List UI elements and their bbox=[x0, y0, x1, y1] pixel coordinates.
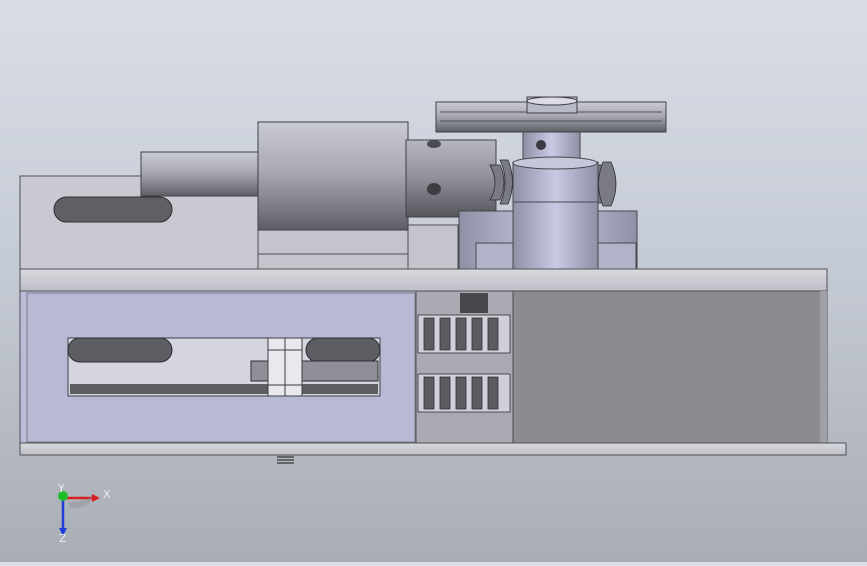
ram-shaft[interactable] bbox=[140, 151, 260, 197]
front-shaft[interactable] bbox=[405, 139, 497, 218]
right-housing[interactable] bbox=[512, 290, 828, 444]
pulley[interactable] bbox=[435, 96, 667, 133]
cylinder-support bbox=[257, 224, 459, 272]
assembly-model[interactable] bbox=[0, 0, 867, 562]
y-axis-label: Y bbox=[57, 484, 65, 495]
left-slot bbox=[53, 196, 173, 223]
base-plate[interactable] bbox=[19, 268, 828, 292]
z-axis-label: Z bbox=[59, 532, 67, 544]
main-cylinder[interactable] bbox=[257, 121, 409, 231]
bottom-plate[interactable] bbox=[19, 442, 847, 456]
x-axis-label: X bbox=[103, 488, 111, 501]
spring bbox=[277, 456, 294, 464]
axis-triad: X Y Z bbox=[57, 484, 111, 544]
graphics-viewport[interactable]: X Y Z bbox=[0, 0, 867, 562]
